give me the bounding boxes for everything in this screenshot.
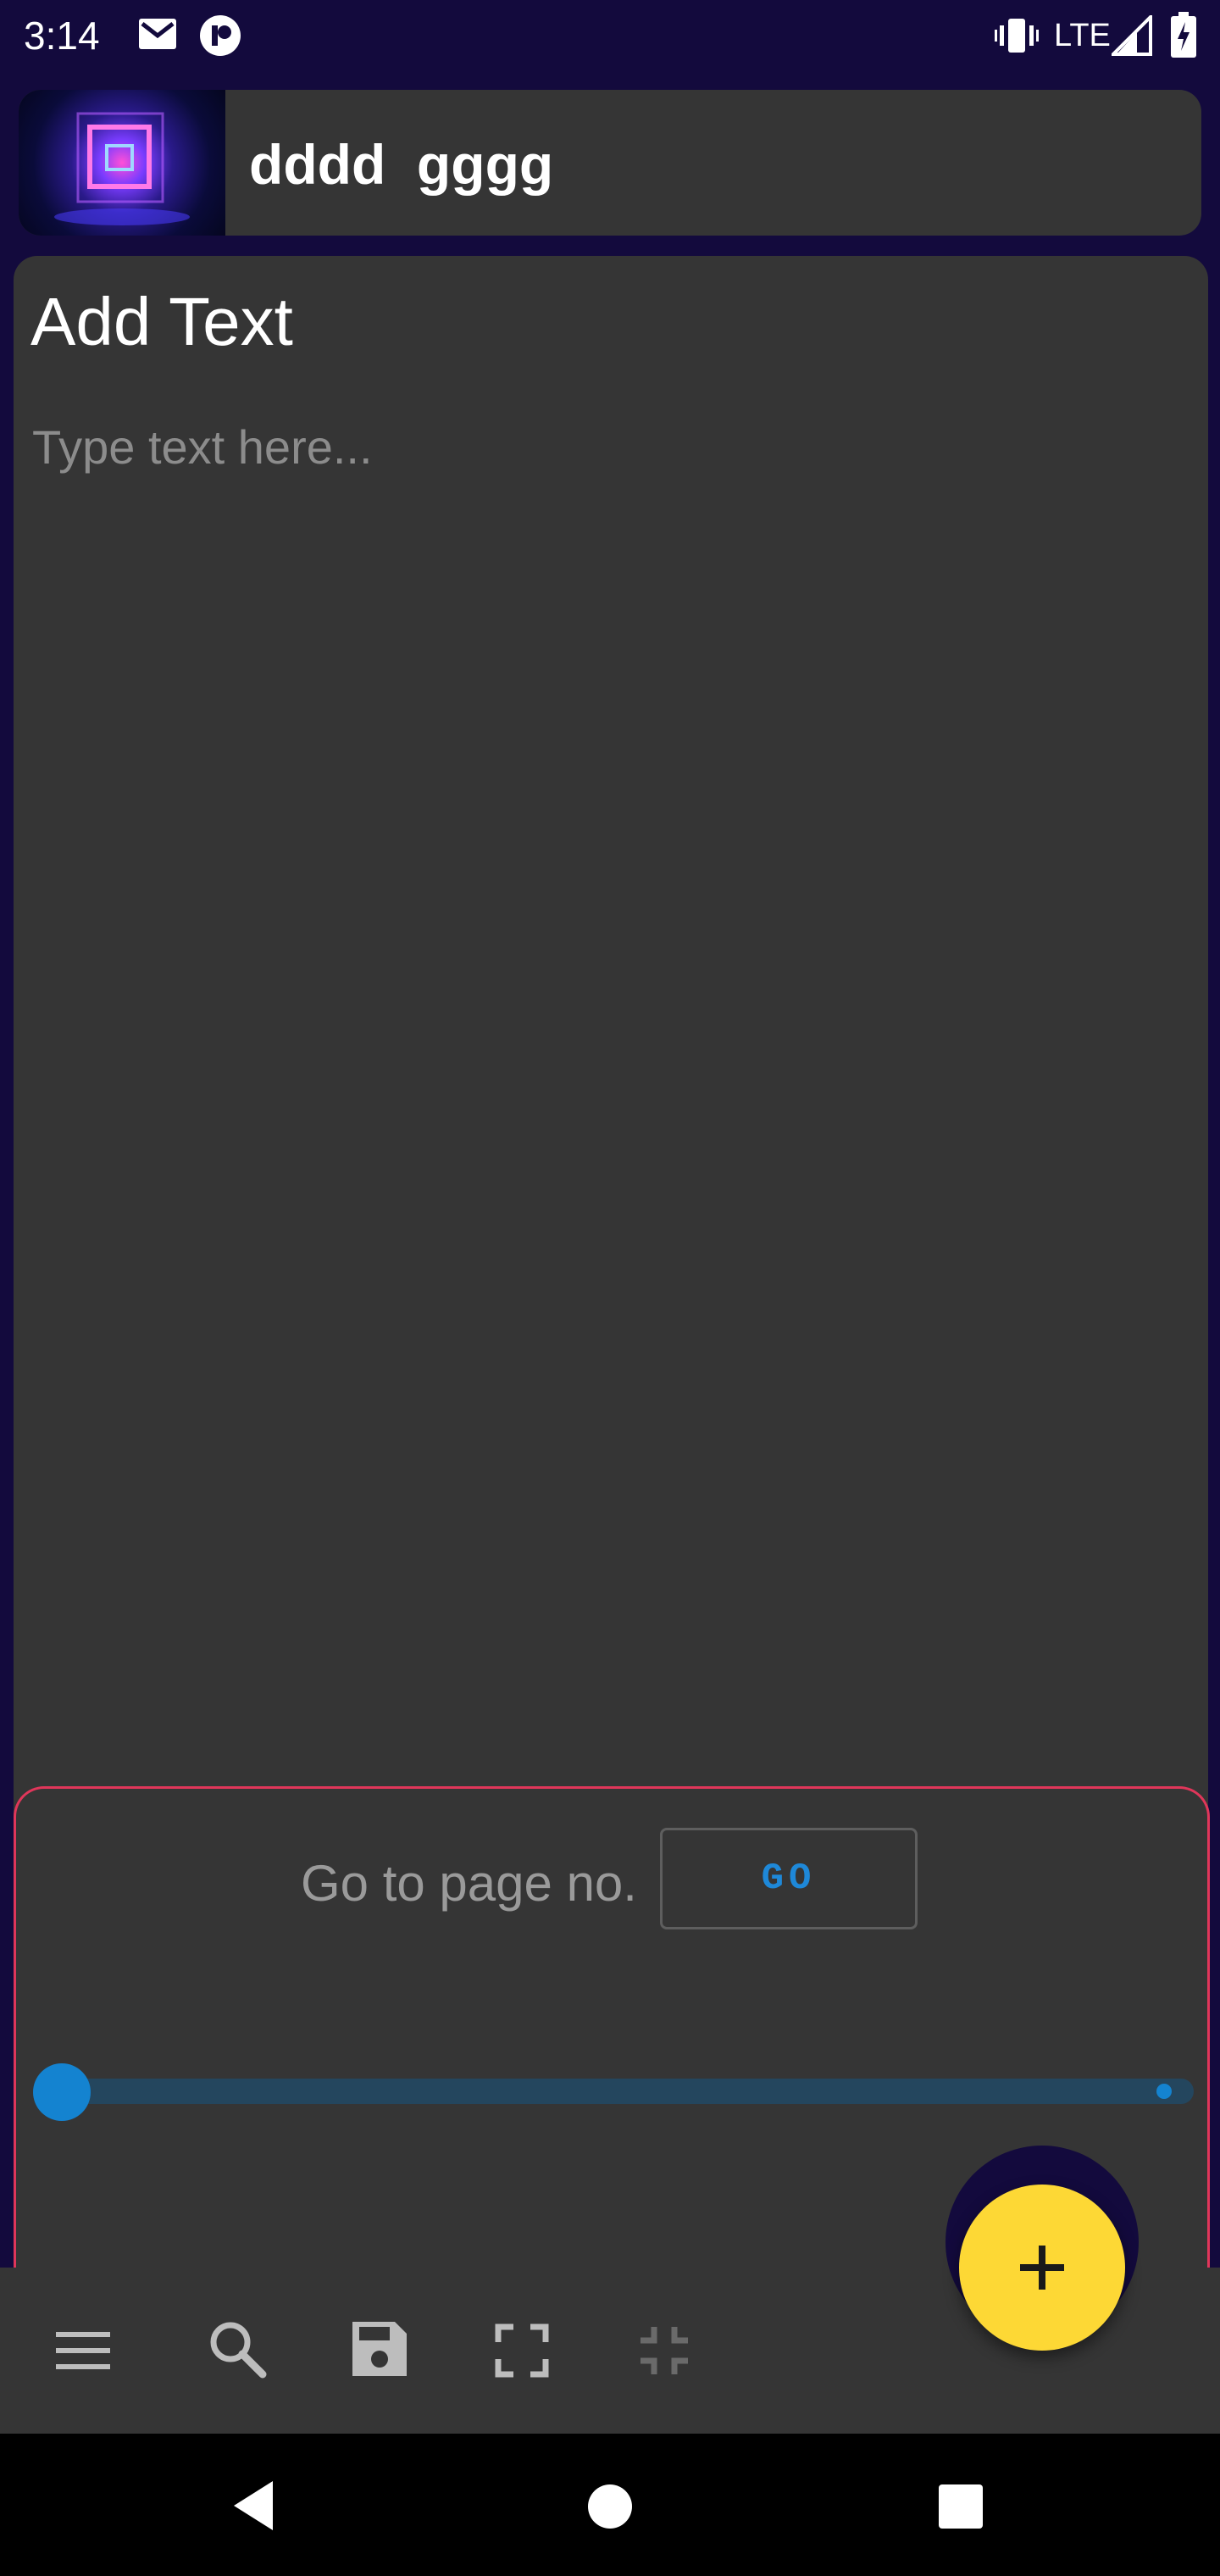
home-icon[interactable]: [586, 2483, 634, 2530]
menu-icon[interactable]: [49, 2317, 117, 2384]
go-button[interactable]: GO: [660, 1828, 918, 1929]
header-thumbnail: [19, 90, 225, 236]
page-slider-track[interactable]: [50, 2079, 1194, 2104]
back-icon[interactable]: [227, 2476, 286, 2535]
add-button[interactable]: [959, 2185, 1125, 2351]
note-header-card[interactable]: dddd gggg: [19, 90, 1201, 236]
recents-icon[interactable]: [937, 2483, 984, 2530]
cosmic-square-image: [54, 112, 190, 225]
fullscreen-icon[interactable]: [488, 2317, 556, 2384]
status-bar: 3:14 LTE: [0, 0, 1220, 71]
system-navigation-bar: [0, 2434, 1220, 2576]
search-icon[interactable]: [203, 2315, 271, 2383]
fullscreen-exit-icon[interactable]: [630, 2317, 698, 2384]
page-slider-thumb[interactable]: [33, 2063, 91, 2121]
gmail-icon: [139, 19, 176, 49]
network-type: LTE: [1054, 18, 1111, 53]
page-slider-end-marker: [1156, 2084, 1172, 2099]
signal-icon: [1112, 15, 1152, 56]
status-time: 3:14: [24, 14, 100, 58]
save-icon[interactable]: [346, 2315, 413, 2383]
app-notification-icon: [200, 15, 241, 56]
goto-page-label: Go to page no.: [301, 1855, 637, 1912]
battery-icon: [1171, 12, 1196, 58]
text-input[interactable]: [30, 403, 1186, 490]
note-title: dddd gggg: [249, 133, 554, 196]
vibrate-icon: [995, 19, 1039, 53]
add-icon: [1020, 2246, 1064, 2290]
editor-heading: Add Text: [30, 284, 293, 359]
